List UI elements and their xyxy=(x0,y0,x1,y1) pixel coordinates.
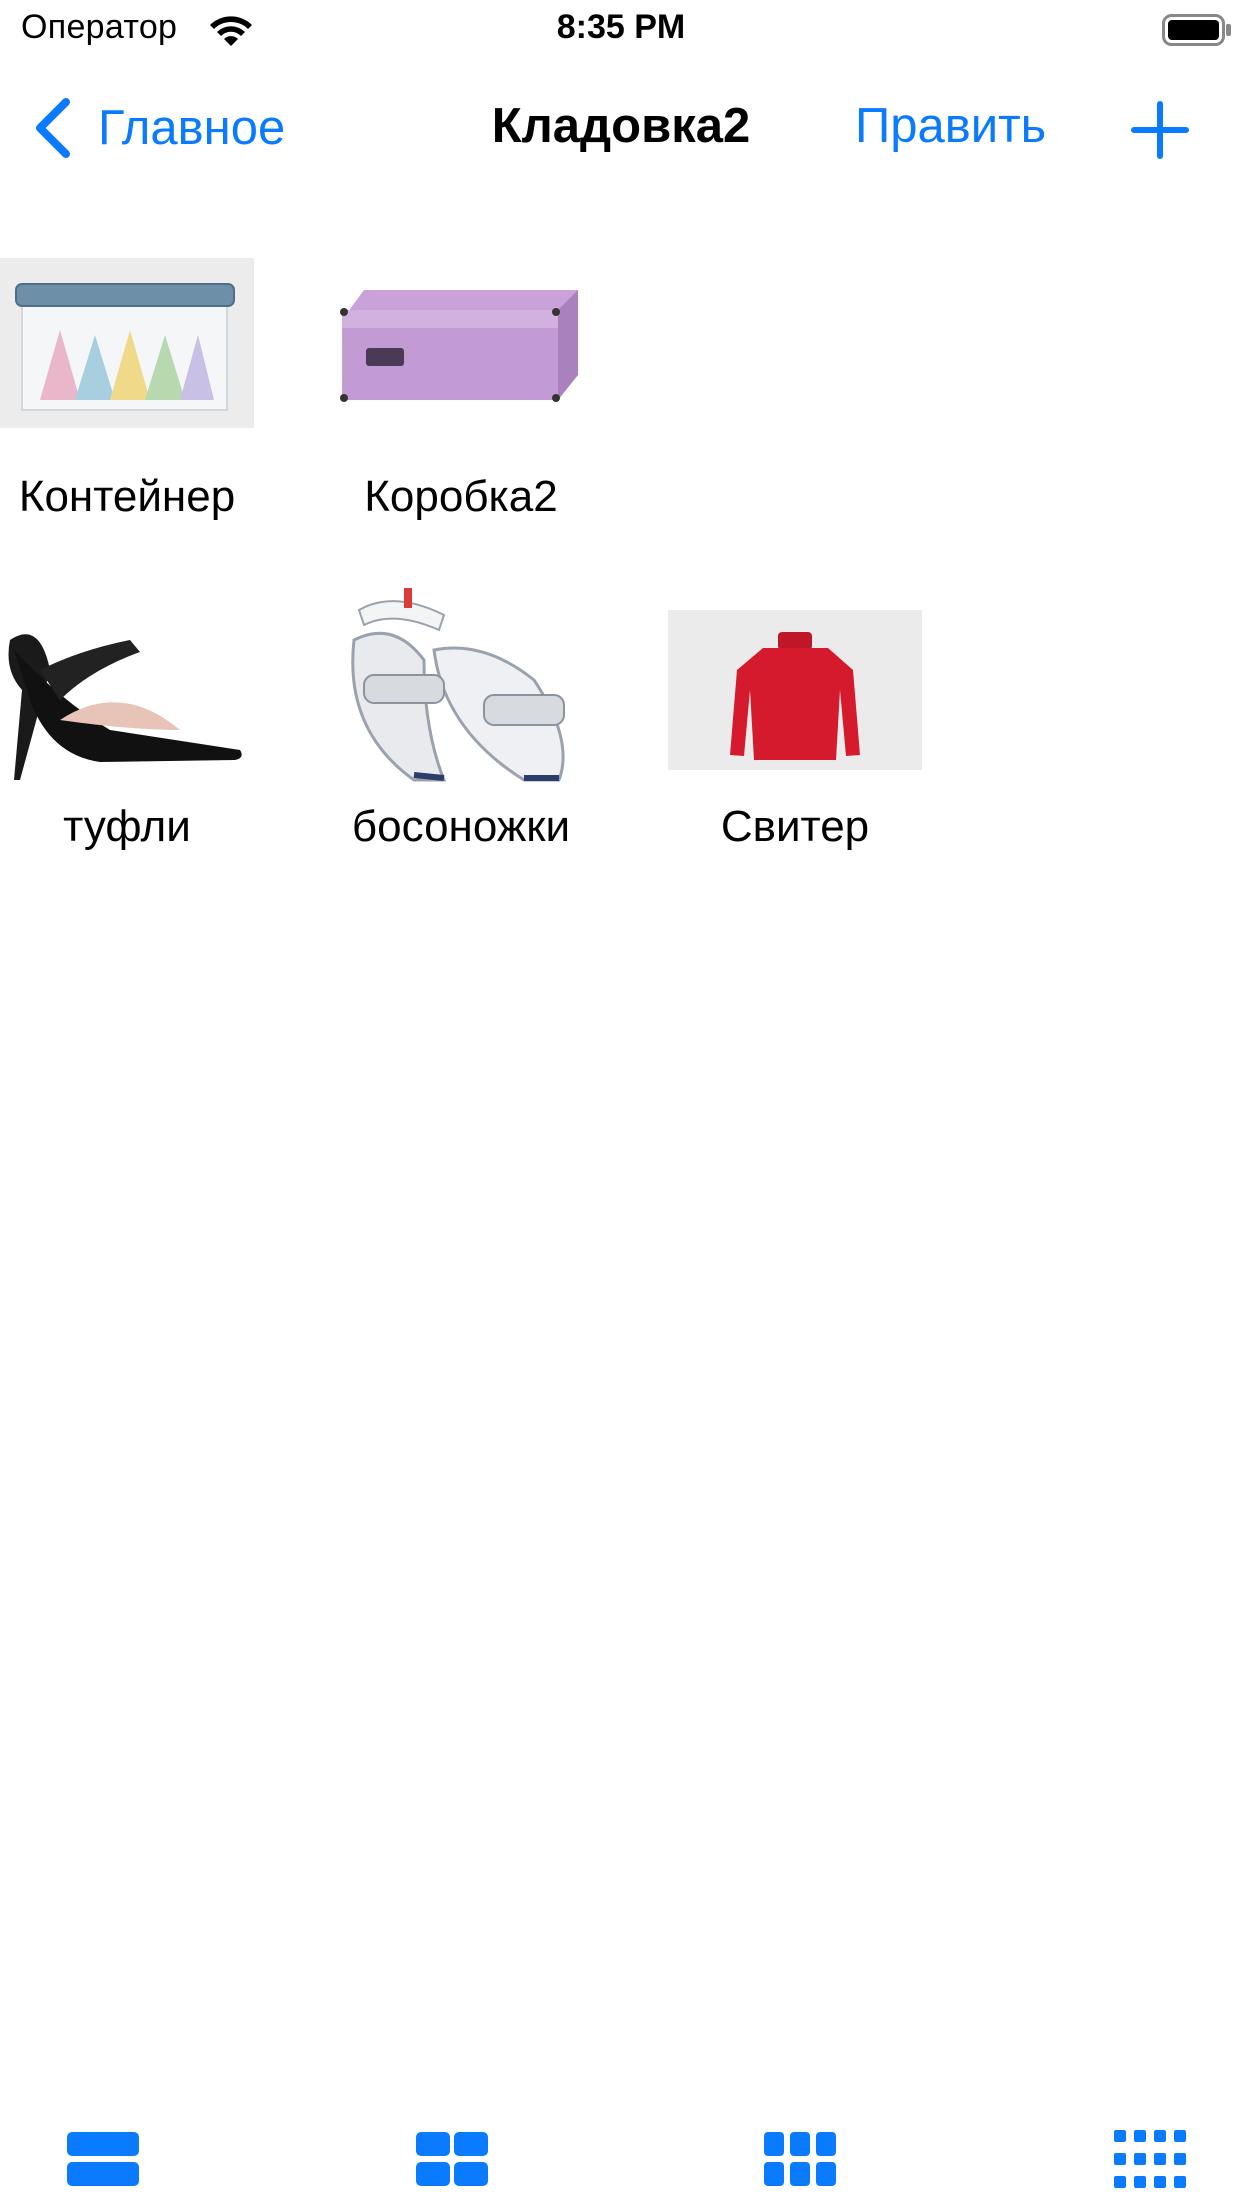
white-sandals-photo xyxy=(334,580,588,800)
lilac-box-photo xyxy=(334,250,588,470)
layout-grid-2-icon xyxy=(416,2132,488,2186)
item-label: Контейнер xyxy=(18,472,236,521)
item-label: Свитер xyxy=(720,802,870,851)
layout-grid-4-button[interactable] xyxy=(1112,2128,1188,2190)
grid-item-box[interactable]: Коробка2 xyxy=(334,250,588,550)
red-sweater-photo xyxy=(668,580,922,800)
item-label: босоножки xyxy=(351,802,571,851)
plastic-container-photo xyxy=(0,250,254,470)
item-label: Коробка2 xyxy=(364,472,558,521)
layout-grid-3-button[interactable] xyxy=(762,2128,838,2190)
layout-list-button[interactable] xyxy=(65,2128,141,2190)
grid-item-sweater[interactable]: Свитер xyxy=(668,580,922,880)
grid-item-container[interactable]: Контейнер xyxy=(0,250,254,550)
status-bar: Оператор 8:35 PM xyxy=(0,0,1242,60)
plus-icon[interactable] xyxy=(1130,100,1190,160)
grid-item-shoes[interactable]: туфли xyxy=(0,580,254,880)
layout-toolbar xyxy=(0,2100,1242,2208)
page-title: Кладовка2 xyxy=(491,99,751,153)
item-label: туфли xyxy=(63,802,191,851)
edit-button[interactable]: Править xyxy=(855,98,1046,154)
status-time: 8:35 PM xyxy=(556,8,686,46)
navigation-bar: Главное Кладовка2 Править xyxy=(0,70,1242,186)
layout-grid-4-icon xyxy=(1114,2130,1186,2188)
grid-item-sandals[interactable]: босоножки xyxy=(334,580,588,880)
battery-icon xyxy=(1162,14,1231,46)
layout-grid-2-button[interactable] xyxy=(414,2128,490,2190)
black-heel-shoe-photo xyxy=(0,580,254,800)
layout-list-icon xyxy=(67,2132,139,2186)
layout-grid-3-icon xyxy=(764,2132,836,2186)
